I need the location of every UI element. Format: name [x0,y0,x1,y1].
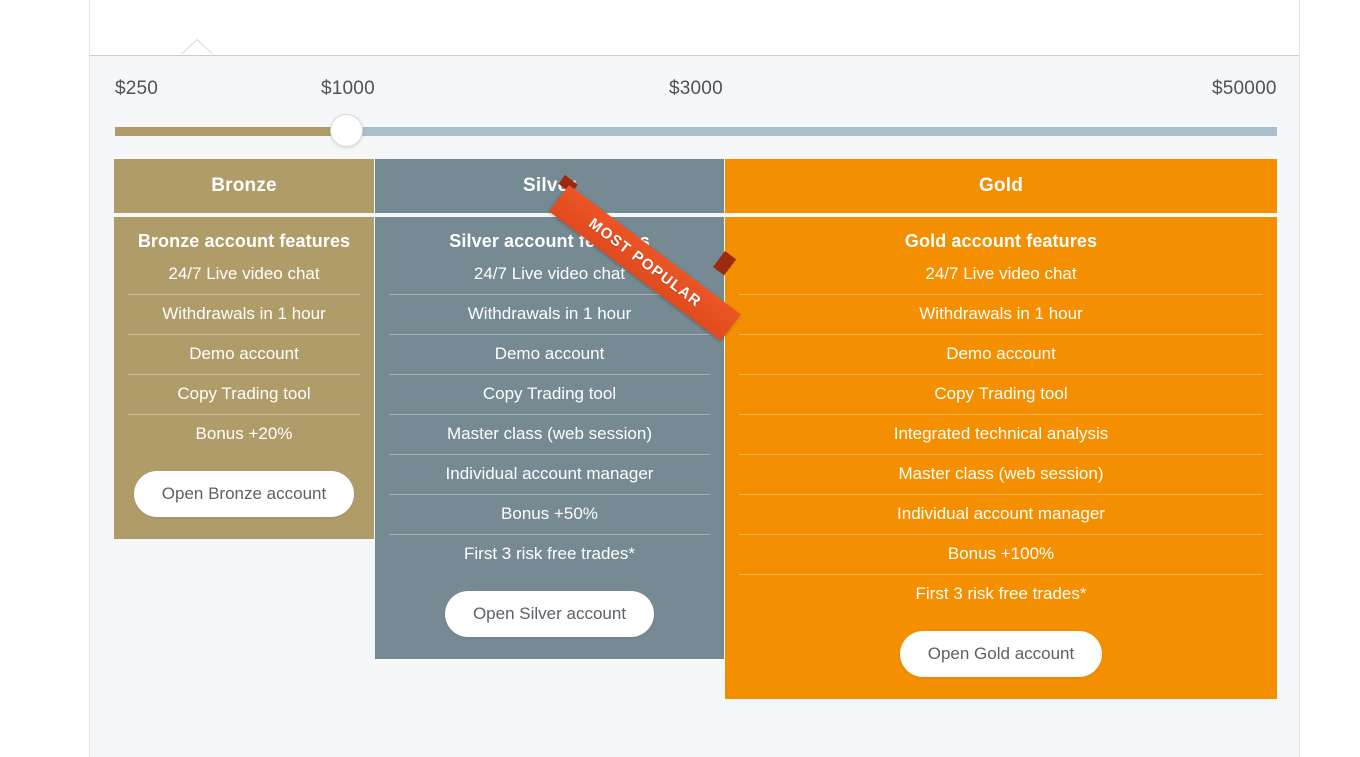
slider-track[interactable] [115,114,1277,147]
plan-subtitle-gold: Gold account features [904,231,1098,251]
open-bronze-account-button[interactable]: Open Bronze account [133,471,355,517]
plan-subtitle-bronze: Bronze account features [137,231,351,251]
slider-tick-1000: $1000 [321,78,375,99]
feature-item: Copy Trading tool [739,374,1263,414]
top-white-panel [90,0,1299,56]
feature-item: Copy Trading tool [128,374,360,414]
plan-subtitle-silver: Silver account features [449,231,650,251]
plan-cta-wrap-bronze: Open Bronze account [128,454,360,517]
plan-card-silver: Silver MOST POPULAR Silver account featu… [375,159,741,659]
plan-body-gold: Gold account features 24/7 Live video ch… [725,217,1277,699]
feature-item: Withdrawals in 1 hour [128,294,360,334]
feature-item: 24/7 Live video chat [925,264,1077,283]
feature-item: Bonus +50% [389,494,710,534]
feature-item: Individual account manager [739,494,1263,534]
feature-item: Bonus +100% [739,534,1263,574]
feature-item: Master class (web session) [389,414,710,454]
open-silver-account-button[interactable]: Open Silver account [444,591,655,637]
pricing-body: $250 $1000 $3000 $50000 Bronze Bronze ac… [90,56,1299,757]
slider-tick-250: $250 [115,78,159,99]
slider-track-fill [115,127,342,136]
plan-cta-wrap-gold: Open Gold account [739,614,1263,677]
slider-tick-labels: $250 $1000 $3000 $50000 [115,78,1278,106]
panel-caret-icon [182,40,212,54]
plan-cta-wrap-silver: Open Silver account [389,574,710,637]
feature-item: Demo account [128,334,360,374]
plan-card-gold: Gold Gold account features 24/7 Live vid… [725,159,1277,699]
feature-item: First 3 risk free trades* [739,574,1263,614]
plans-row: Bronze Bronze account features 24/7 Live… [114,159,1277,719]
plan-card-bronze: Bronze Bronze account features 24/7 Live… [114,159,374,539]
plan-body-bronze: Bronze account features 24/7 Live video … [114,217,374,539]
slider-tick-50000: $50000 [1212,78,1277,99]
feature-item: Demo account [739,334,1263,374]
plan-title-silver: Silver [375,159,724,213]
slider-tick-3000: $3000 [669,78,723,99]
pricing-container: $250 $1000 $3000 $50000 Bronze Bronze ac… [89,0,1300,757]
feature-item: Bonus +20% [128,414,360,454]
feature-item: Integrated technical analysis [739,414,1263,454]
page-root: $250 $1000 $3000 $50000 Bronze Bronze ac… [0,0,1360,757]
plan-title-bronze: Bronze [114,159,374,213]
feature-item: First 3 risk free trades* [389,534,710,574]
plan-title-gold: Gold [725,159,1277,213]
feature-item: 24/7 Live video chat [168,264,320,283]
open-gold-account-button[interactable]: Open Gold account [899,631,1103,677]
feature-item: Withdrawals in 1 hour [389,294,710,334]
plan-body-silver: Silver account features 24/7 Live video … [375,217,724,659]
feature-item: Individual account manager [389,454,710,494]
feature-item: Master class (web session) [739,454,1263,494]
feature-item: Withdrawals in 1 hour [739,294,1263,334]
slider-handle[interactable] [330,114,363,147]
feature-item: Demo account [389,334,710,374]
feature-item: 24/7 Live video chat [473,264,626,283]
feature-item: Copy Trading tool [389,374,710,414]
